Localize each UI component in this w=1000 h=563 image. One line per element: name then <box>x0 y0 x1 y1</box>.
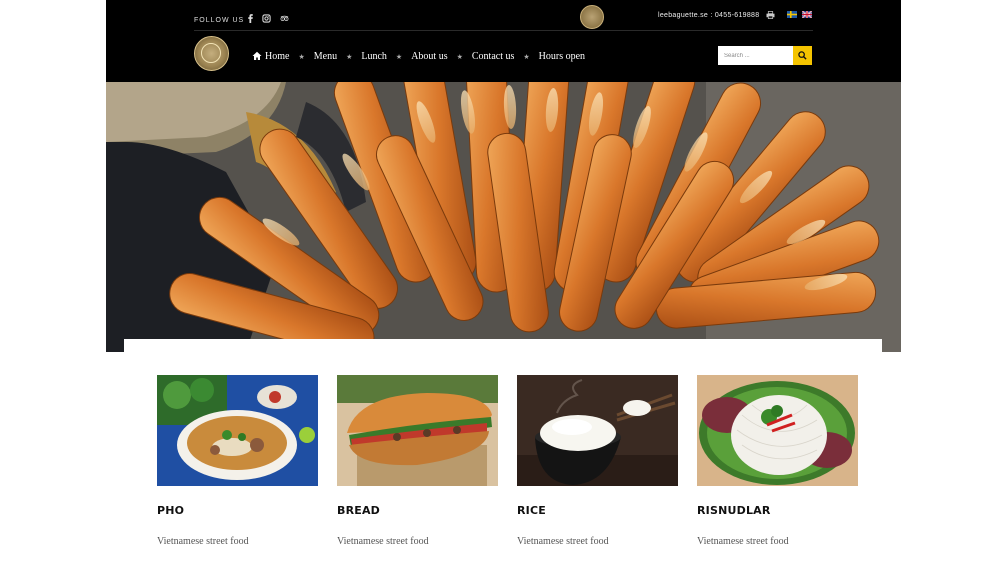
tripadvisor-icon[interactable] <box>278 14 290 26</box>
card-image-pho[interactable] <box>157 375 318 486</box>
card-title-risnudlar[interactable]: RISNUDLAR <box>697 504 771 517</box>
home-icon <box>252 51 262 60</box>
card-subtitle-bread: Vietnamese street food <box>337 536 429 547</box>
nav-separator-star: ★ <box>523 54 530 61</box>
food-card-rice[interactable]: RICE Vietnamese street food <box>517 375 678 547</box>
hero-banner-baguettes <box>106 82 901 352</box>
header: FOLLOW US leebaguette.se : 0455-619888 H… <box>106 0 901 82</box>
logo-emblem-ring <box>201 43 221 63</box>
banh-mi-sandwich-image <box>337 375 498 486</box>
nav-label-contact: Contact us <box>471 50 515 62</box>
nav-label-home: Home <box>265 50 290 62</box>
nav-item-menu[interactable]: Menu <box>314 51 337 62</box>
nav-item-home[interactable]: Home <box>252 51 289 62</box>
nav-item-about[interactable]: About us <box>411 51 447 62</box>
main-nav: Home ★ Menu ★ Lunch ★ About us ★ Contact… <box>252 48 585 64</box>
search-button[interactable] <box>793 46 812 65</box>
print-icon[interactable] <box>766 11 775 19</box>
card-title-bread[interactable]: BREAD <box>337 504 380 517</box>
search-input[interactable] <box>718 46 793 65</box>
nav-item-hours[interactable]: Hours open <box>539 51 585 62</box>
rice-noodles-image <box>697 375 858 486</box>
header-divider <box>194 30 813 31</box>
food-card-pho[interactable]: PHO Vietnamese street food <box>157 375 318 547</box>
nav-separator-star: ★ <box>395 54 403 61</box>
card-image-bread[interactable] <box>337 375 498 486</box>
swedish-flag-icon[interactable] <box>787 11 797 18</box>
nav-label-menu: Menu <box>313 50 338 62</box>
card-image-rice[interactable] <box>517 375 678 486</box>
facebook-icon[interactable] <box>244 14 256 26</box>
card-subtitle-rice: Vietnamese street food <box>517 536 609 547</box>
nav-label-about: About us <box>411 50 448 62</box>
food-card-risnudlar[interactable]: RISNUDLAR Vietnamese street food <box>697 375 858 547</box>
card-subtitle-pho: Vietnamese street food <box>157 536 249 547</box>
nav-label-hours: Hours open <box>538 50 586 62</box>
instagram-icon[interactable] <box>260 14 272 26</box>
nav-separator-star: ★ <box>298 54 305 61</box>
hero-bottom-panel <box>124 339 882 353</box>
contact-info: leebaguette.se : 0455-619888 <box>658 12 760 19</box>
card-title-rice[interactable]: RICE <box>517 504 546 517</box>
site-logo[interactable] <box>194 36 229 71</box>
nav-separator-star: ★ <box>346 54 353 61</box>
english-flag-icon[interactable] <box>802 11 812 18</box>
nav-separator-star: ★ <box>456 54 463 61</box>
rice-bowl-image <box>517 375 678 486</box>
hero-image <box>106 82 901 352</box>
card-subtitle-risnudlar: Vietnamese street food <box>697 536 789 547</box>
card-image-risnudlar[interactable] <box>697 375 858 486</box>
nav-item-contact[interactable]: Contact us <box>472 51 515 62</box>
search-icon <box>798 51 807 60</box>
nav-label-lunch: Lunch <box>361 50 387 62</box>
food-card-bread[interactable]: BREAD Vietnamese street food <box>337 375 498 547</box>
top-logo-emblem[interactable] <box>580 5 604 29</box>
pho-bowl-image <box>157 375 318 486</box>
follow-us-label: FOLLOW US <box>194 17 245 24</box>
card-title-pho[interactable]: PHO <box>157 504 184 517</box>
nav-item-lunch[interactable]: Lunch <box>361 51 387 62</box>
